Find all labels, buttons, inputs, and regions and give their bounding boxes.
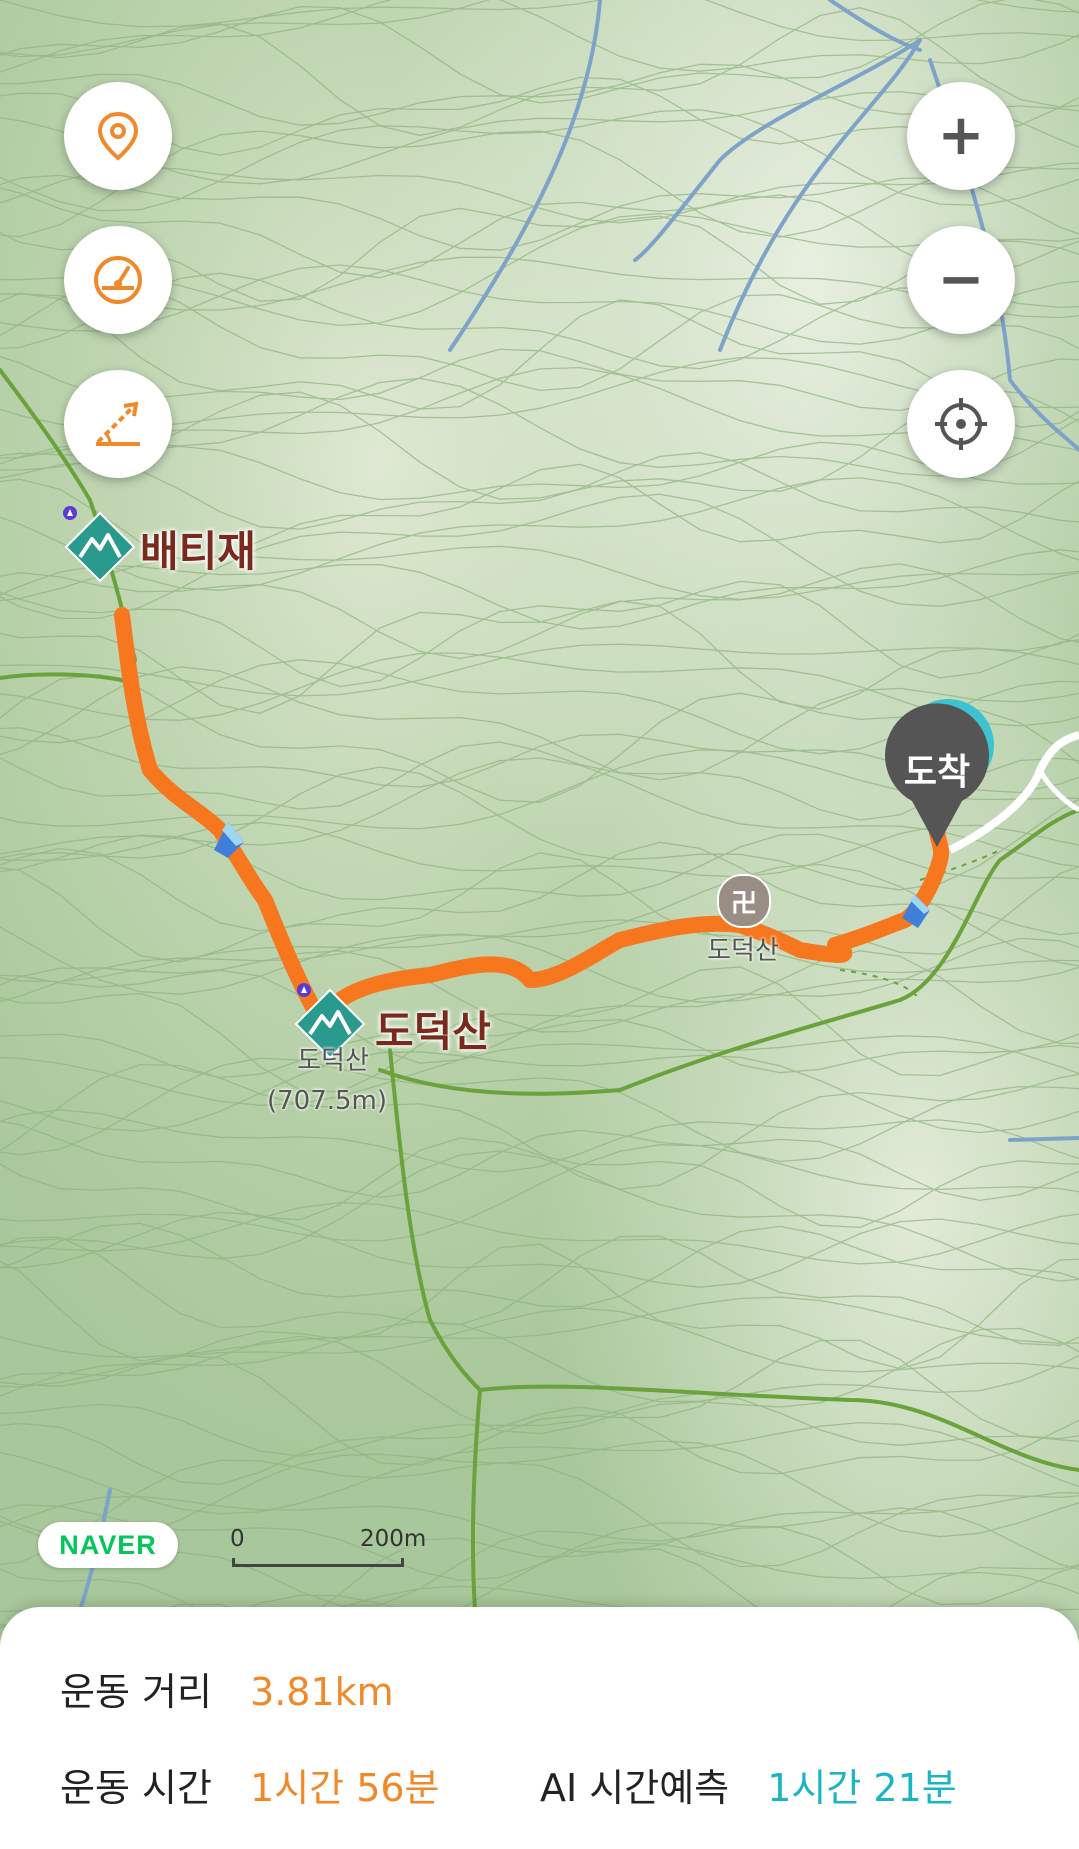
peak-label: 배티재 [140, 527, 256, 576]
zoom-in-button[interactable]: + [907, 82, 1015, 190]
temple-icon: 卍 [730, 888, 757, 919]
peak-marker-baetijae[interactable] [60, 505, 140, 585]
scale-line [232, 1558, 404, 1567]
naver-logo-text: NAVER [59, 1529, 157, 1560]
distance-label: 운동 거리 [60, 1670, 212, 1714]
zoom-out-button[interactable]: − [907, 226, 1015, 334]
ai-prediction-value: 1시간 21분 [767, 1766, 957, 1810]
temple-marker[interactable]: 卍 [717, 874, 771, 928]
slope-button[interactable] [64, 370, 172, 478]
time-label: 운동 시간 [60, 1766, 212, 1810]
stats-sheet: 운동 거리 3.81km 운동 시간 1시간 56분 AI 시간예측 1시간 2… [0, 1607, 1079, 1849]
speedometer-icon [94, 256, 142, 304]
arrival-label: 도착 [903, 752, 971, 793]
peak-elevation: (707.5m) [266, 1086, 388, 1116]
ai-prediction-row: AI 시간예측 1시간 21분 [540, 1757, 957, 1812]
arrival-pin[interactable]: 도착 [880, 697, 1006, 847]
zoom-out-icon: − [937, 247, 985, 312]
scale-bar: 0 200m [230, 1526, 426, 1567]
naver-logo: NAVER [38, 1522, 178, 1568]
location-pin-button[interactable] [64, 82, 172, 190]
time-row: 운동 시간 1시간 56분 [60, 1757, 440, 1812]
peak-label: 도덕산 [375, 1007, 491, 1056]
temple-label: 도덕산 [707, 936, 779, 966]
location-pin-icon [97, 111, 139, 161]
ai-prediction-label: AI 시간예측 [540, 1766, 730, 1810]
scale-end: 200m [360, 1526, 427, 1552]
crosshair-icon [935, 398, 987, 450]
distance-row: 운동 거리 3.81km [60, 1661, 394, 1716]
zoom-in-icon: + [937, 103, 985, 168]
speedometer-button[interactable] [64, 226, 172, 334]
scale-start: 0 [230, 1526, 245, 1552]
mountain-icon [63, 506, 136, 583]
distance-value: 3.81km [250, 1670, 394, 1714]
slope-icon [96, 401, 140, 446]
current-location-button[interactable] [907, 370, 1015, 478]
time-value: 1시간 56분 [250, 1766, 440, 1810]
peak-sub-name: 도덕산 [297, 1046, 369, 1076]
